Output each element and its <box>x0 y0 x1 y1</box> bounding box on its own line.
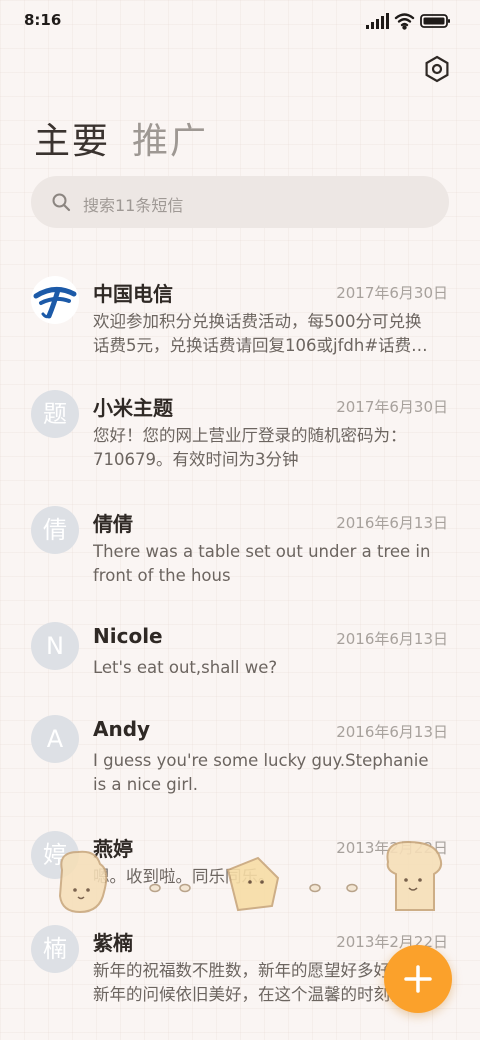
sender-name: 紫楠 <box>93 931 133 955</box>
message-preview: 您好！您的网上营业厅登录的随机密码为： 710679。有效时间为3分钟 <box>93 426 407 469</box>
plus-icon <box>404 965 432 993</box>
avatar: N <box>31 622 79 670</box>
status-bar: 8:16 <box>0 0 480 40</box>
sender-name: Nicole <box>93 624 163 648</box>
message-date: 2013年2月22日 <box>336 839 448 857</box>
sender-name: 中国电信 <box>93 282 173 306</box>
search-placeholder: 搜索11条短信 <box>83 196 184 215</box>
sender-name: 小米主题 <box>93 396 173 420</box>
search-bar[interactable]: 搜索11条短信 <box>31 176 449 228</box>
message-date: 2016年6月13日 <box>336 723 448 741</box>
message-date: 2016年6月13日 <box>336 514 448 532</box>
new-message-button[interactable] <box>384 945 452 1013</box>
sender-name: 燕婷 <box>93 837 133 861</box>
status-time: 8:16 <box>24 11 62 29</box>
avatar: 题 <box>31 390 79 438</box>
message-preview: There was a table set out under a tree i… <box>93 542 431 585</box>
status-icons <box>366 13 450 30</box>
message-item-qianqian[interactable]: 倩 倩倩 2016年6月13日 There was a table set ou… <box>0 506 480 616</box>
avatar: 楠 <box>31 925 79 973</box>
message-date: 2017年6月30日 <box>336 284 448 302</box>
sender-name: Andy <box>93 717 151 741</box>
china-telecom-logo-icon <box>33 287 77 319</box>
message-preview: 嗯。收到啦。同乐同乐。 <box>93 867 275 886</box>
settings-button[interactable] <box>422 54 452 84</box>
message-preview: I guess you're some lucky guy.Stephanie … <box>93 751 429 794</box>
battery-icon <box>420 14 450 28</box>
search-icon <box>52 193 71 212</box>
message-item-xiaomi-theme[interactable]: 题 小米主题 2017年6月30日 您好！您的网上营业厅登录的随机密码为： 71… <box>0 390 480 500</box>
settings-hexagon-icon <box>425 55 449 83</box>
wifi-icon <box>394 13 415 30</box>
sender-name: 倩倩 <box>93 512 133 536</box>
avatar <box>31 276 79 324</box>
message-item-andy[interactable]: A Andy 2016年6月13日 I guess you're some lu… <box>0 715 480 825</box>
avatar: A <box>31 715 79 763</box>
tab-promotions[interactable]: 推广 <box>132 112 208 164</box>
message-preview: 欢迎参加积分兑换话费活动，每500分可兑换 话费5元，兑换话费请回复106或jf… <box>93 312 428 355</box>
message-date: 2017年6月30日 <box>336 398 448 416</box>
message-item-china-telecom[interactable]: 中国电信 2017年6月30日 欢迎参加积分兑换话费活动，每500分可兑换 话费… <box>0 276 480 386</box>
tab-primary[interactable]: 主要 <box>34 112 110 164</box>
message-preview: Let's eat out,shall we? <box>93 658 278 677</box>
avatar: 婷 <box>31 831 79 879</box>
message-date: 2016年6月13日 <box>336 630 448 648</box>
avatar: 倩 <box>31 506 79 554</box>
signal-icon <box>366 13 389 29</box>
